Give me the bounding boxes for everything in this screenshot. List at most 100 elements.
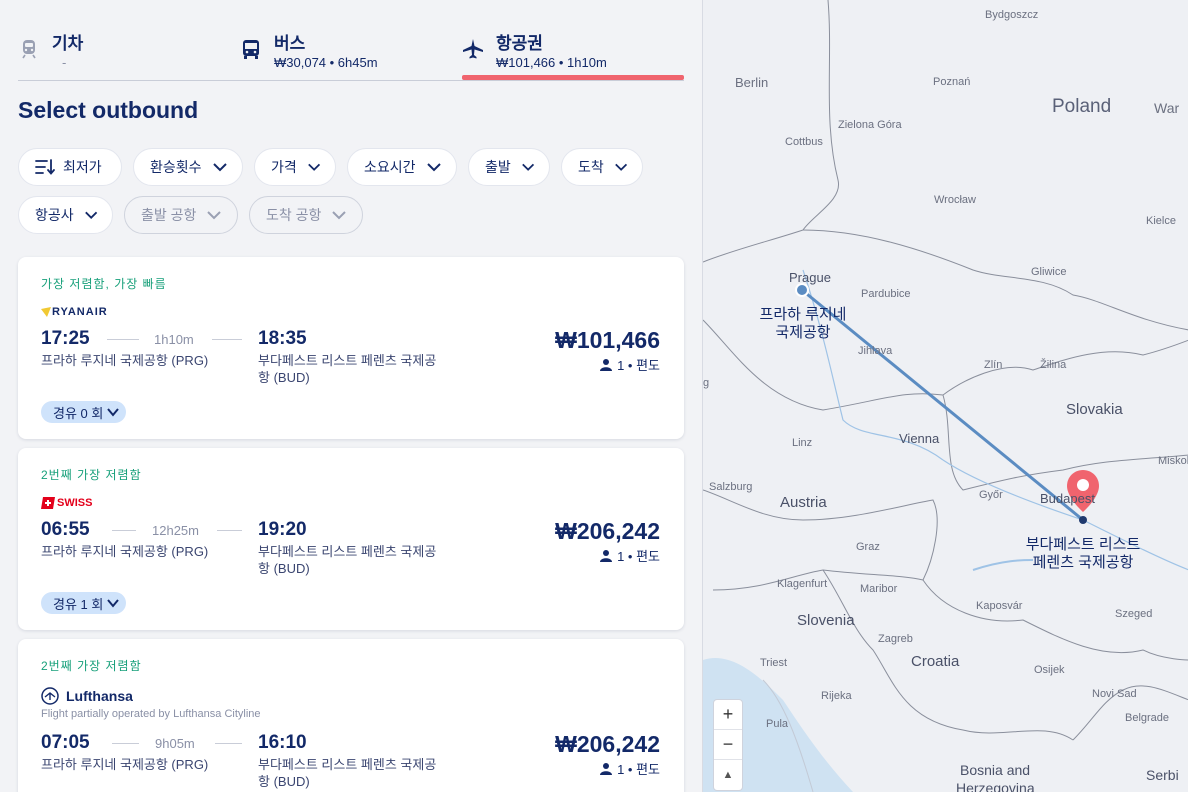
stops-toggle[interactable]: 경유 0 회 [41, 401, 127, 423]
map-background [703, 0, 1188, 792]
map-label-city: Osijek [1034, 664, 1065, 676]
dest-label-line2: 페렌츠 국제공항 [1032, 554, 1134, 571]
price: ₩206,242 [555, 518, 660, 544]
passenger-info: 1 • 편도 [599, 355, 660, 374]
active-tab-indicator [462, 75, 684, 80]
map-label-city: Graz [856, 541, 880, 553]
departure-airport-filter[interactable]: 출발 공항 [124, 196, 238, 234]
stops-toggle[interactable]: 경유 1 회 [41, 592, 127, 614]
train-icon [22, 40, 36, 59]
map-label-city: Gliwice [1031, 266, 1067, 278]
departure-filter[interactable]: 출발 [468, 148, 550, 186]
departure-time: 07:05 [41, 732, 90, 753]
map-label-city: Zielona Góra [838, 119, 902, 131]
tab-train[interactable]: 기차 - [18, 26, 218, 81]
map-label-country: Bosnia and [960, 762, 1031, 778]
map-label-city: Žilina [1040, 359, 1067, 371]
map-label-city: Zlín [984, 359, 1003, 371]
flight-result-card[interactable]: 2번째 가장 저렴함 Lufthansa Flight partially op… [18, 639, 684, 792]
duration-filter-label: 소요시간 [364, 159, 416, 175]
map-label-city: Linz [792, 437, 813, 449]
airline-logo: Lufthansa [41, 687, 133, 705]
destination-airport-label: 부다페스트 리스트 페렌츠 국제공항 [1008, 536, 1158, 572]
transport-tabs: 기차 - 버스 ₩30,074 • 6h45m 항공권 ₩101,466 • 1… [18, 0, 684, 81]
price: ₩206,242 [555, 731, 660, 757]
sort-chip[interactable]: 최저가 [18, 148, 122, 186]
flight-duration: 1h10m [154, 332, 194, 347]
tab-train-title: 기차 [52, 34, 84, 53]
airline-name: SWISS [57, 497, 93, 509]
arrival-airport-line2: 항 (BUD) [258, 774, 310, 789]
map-label-city: Jihlava [858, 345, 893, 357]
route-line [215, 743, 242, 744]
chevron-down-icon [207, 211, 222, 220]
departure-filter-label: 출발 [485, 159, 511, 175]
arrival-airport-filter[interactable]: 도착 공항 [249, 196, 363, 234]
map-label-country: Slovakia [1066, 401, 1123, 418]
chevron-down-icon [107, 408, 120, 417]
map-label-city: Bydgoszcz [985, 9, 1039, 21]
tab-train-summary: - [62, 55, 67, 70]
departure-airport-label: 출발 공항 [141, 207, 197, 223]
map-label-country: Serbi [1146, 767, 1179, 783]
origin-airport-label: 프라하 루지네 국제공항 [753, 306, 853, 342]
flight-result-card[interactable]: 가장 저렴함, 가장 빠름 RYANAIR 17:25 1h10m 18:35 … [18, 257, 684, 439]
flight-duration: 9h05m [155, 736, 195, 751]
passenger-text: 1 • 편도 [617, 762, 660, 777]
map-label-city: Kielce [1146, 215, 1176, 227]
airplane-icon [463, 39, 483, 59]
chevron-down-icon [84, 211, 97, 219]
zoom-in-button[interactable]: + [714, 700, 742, 730]
arrival-airport-line1: 부다페스트 리스트 페렌츠 국제공 [258, 544, 437, 559]
map-label-city: Győr [979, 489, 1003, 501]
route-line [107, 339, 139, 340]
map-label-city: War [1154, 100, 1180, 116]
duration-filter[interactable]: 소요시간 [347, 148, 457, 186]
airline-filter[interactable]: 항공사 [18, 196, 113, 234]
compass-button[interactable]: ▲ [714, 760, 742, 790]
route-map[interactable]: 프라하 루지네 국제공항 부다페스트 리스트 페렌츠 국제공항 Poland S… [702, 0, 1188, 792]
map-label-country: Poland [1052, 96, 1112, 117]
arrival-filter[interactable]: 도착 [561, 148, 643, 186]
origin-label-line2: 국제공항 [775, 324, 831, 341]
map-label-city: Triest [760, 657, 788, 669]
chevron-down-icon [614, 163, 627, 171]
departure-airport: 프라하 루지네 국제공항 (PRG) [41, 353, 209, 368]
map-label-city: Vienna [899, 431, 940, 446]
map-label-city: g [703, 377, 710, 389]
chevron-down-icon [332, 211, 347, 220]
map-zoom-controls: + − ▲ [713, 699, 743, 791]
flight-result-card[interactable]: 2번째 가장 저렴함 SWISS 06:55 12h25m 19:20 프라하 … [18, 448, 684, 630]
route-line [112, 743, 139, 744]
map-label-city: Novi Sad [1092, 688, 1137, 700]
passenger-info: 1 • 편도 [599, 546, 660, 565]
arrival-time: 18:35 [258, 328, 307, 349]
map-label-city: Salzburg [709, 481, 753, 493]
arrival-airport-line1: 부다페스트 리스트 페렌츠 국제공 [258, 757, 437, 772]
price-filter[interactable]: 가격 [254, 148, 336, 186]
arrival-airport-line1: 부다페스트 리스트 페렌츠 국제공 [258, 353, 437, 368]
departure-airport: 프라하 루지네 국제공항 (PRG) [41, 757, 209, 772]
zoom-out-button[interactable]: − [714, 730, 742, 760]
arrival-time: 19:20 [258, 519, 307, 540]
map-label-city: Rijeka [821, 690, 852, 702]
route-line [112, 530, 136, 531]
transfers-filter[interactable]: 환승횟수 [133, 148, 243, 186]
stops-label: 경유 1 회 [53, 596, 104, 612]
person-icon [600, 550, 613, 562]
tab-bus-summary: ₩30,074 • 6h45m [274, 55, 378, 70]
price-filter-label: 가격 [271, 159, 297, 175]
transfers-label: 환승횟수 [150, 159, 202, 175]
map-label-country: Slovenia [797, 612, 855, 629]
flight-duration: 12h25m [152, 523, 199, 538]
map-label-city: Wrocław [934, 194, 976, 206]
route-line [217, 530, 242, 531]
passenger-text: 1 • 편도 [617, 358, 660, 373]
map-label-city: Klagenfurt [777, 578, 828, 590]
tab-bus[interactable]: 버스 ₩30,074 • 6h45m [240, 26, 440, 81]
departure-time: 17:25 [41, 328, 90, 349]
tab-flights[interactable]: 항공권 ₩101,466 • 1h10m [462, 26, 684, 81]
chevron-down-icon [426, 163, 441, 172]
arrival-time: 16:10 [258, 732, 307, 753]
map-label-city: Maribor [860, 583, 898, 595]
